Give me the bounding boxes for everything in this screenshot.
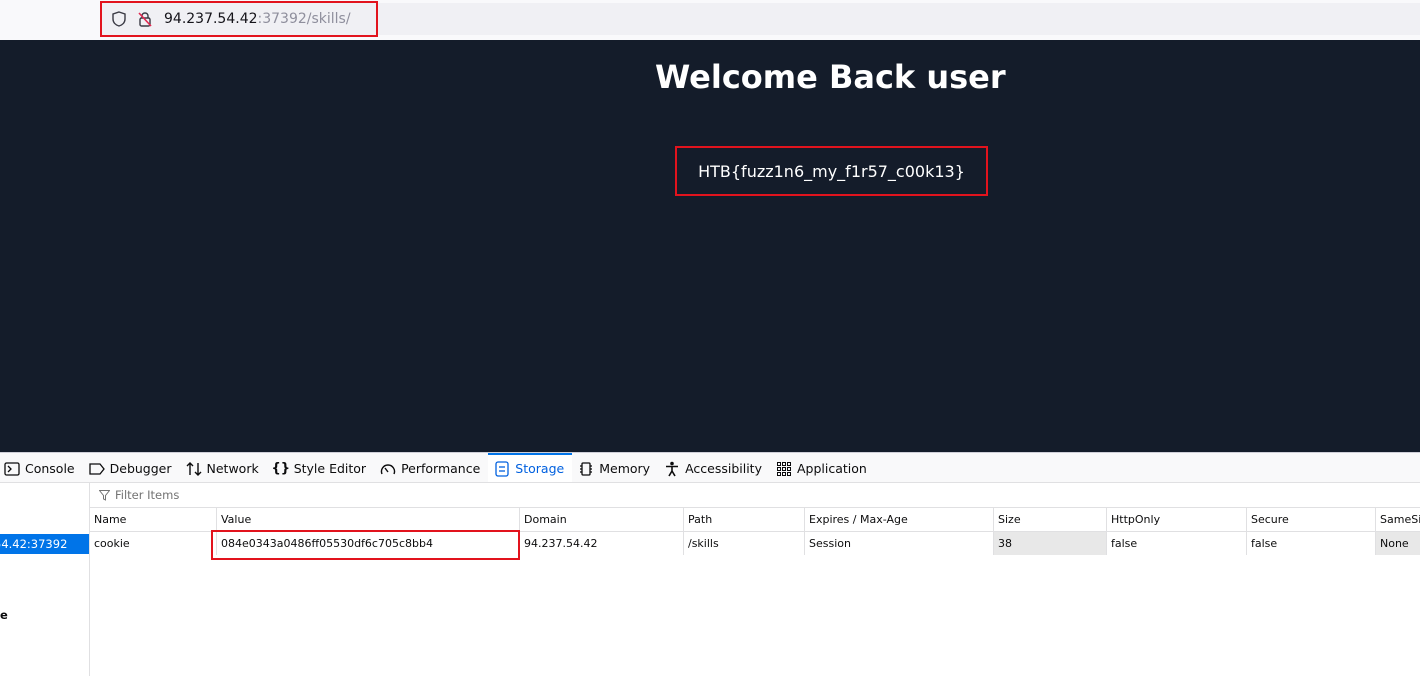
filter-items-input[interactable] xyxy=(113,487,417,503)
tab-label: Performance xyxy=(401,461,481,476)
cookies-table: Name Value Domain Path Expires / Max-Age… xyxy=(90,508,1420,560)
cookie-secure-cell[interactable]: false xyxy=(1246,532,1375,555)
tab-label: Style Editor xyxy=(293,461,367,476)
insecure-lock-icon[interactable] xyxy=(134,8,156,30)
cookie-httponly-cell[interactable]: false xyxy=(1106,532,1246,555)
column-header-samesite[interactable]: SameSi xyxy=(1375,508,1420,531)
cookie-value-cell[interactable]: 084e0343a0486ff05530df6c705c8bb4 xyxy=(216,532,519,555)
column-header-secure[interactable]: Secure xyxy=(1246,508,1375,531)
table-header: Name Value Domain Path Expires / Max-Age… xyxy=(90,508,1420,532)
memory-icon xyxy=(578,461,594,477)
column-header-name[interactable]: Name xyxy=(90,508,216,531)
column-header-path[interactable]: Path xyxy=(683,508,804,531)
filter-icon xyxy=(98,489,110,501)
tab-network[interactable]: Network xyxy=(180,453,267,482)
tab-label: Console xyxy=(25,461,75,476)
application-icon xyxy=(776,461,792,477)
cookie-name-cell[interactable]: cookie xyxy=(90,532,216,555)
console-icon xyxy=(4,461,20,477)
devtools-panel: Console Debugger Network {} Style Editor… xyxy=(0,452,1420,676)
tab-application[interactable]: Application xyxy=(770,453,875,482)
tab-label: Application xyxy=(796,461,867,476)
storage-sidebar: 54.42:37392 e xyxy=(0,483,90,676)
page-content: Welcome Back user HTB{fuzz1n6_my_f1r57_c… xyxy=(0,40,1420,452)
tab-style-editor[interactable]: {} Style Editor xyxy=(267,453,374,482)
tab-storage[interactable]: Storage xyxy=(488,453,573,482)
style-editor-icon: {} xyxy=(271,461,290,476)
address-bar[interactable]: 94.237.54.42:37392/skills/ xyxy=(100,1,378,37)
page-title: Welcome Back user xyxy=(655,58,1006,96)
tab-console[interactable]: Console xyxy=(0,453,83,482)
network-icon xyxy=(186,461,202,477)
column-header-value[interactable]: Value xyxy=(216,508,519,531)
devtools-toolbar: Console Debugger Network {} Style Editor… xyxy=(0,453,1420,483)
tab-label: Accessibility xyxy=(685,461,762,476)
flag-text: HTB{fuzz1n6_my_f1r57_c00k13} xyxy=(698,161,965,181)
performance-icon xyxy=(380,461,396,477)
storage-icon xyxy=(494,460,510,477)
flag-highlight-box: HTB{fuzz1n6_my_f1r57_c00k13} xyxy=(675,146,988,196)
cookie-samesite-cell[interactable]: None xyxy=(1375,532,1420,555)
tab-performance[interactable]: Performance xyxy=(374,453,488,482)
column-header-size[interactable]: Size xyxy=(993,508,1106,531)
browser-toolbar: 94.237.54.42:37392/skills/ xyxy=(0,0,1420,41)
cookie-domain-cell[interactable]: 94.237.54.42 xyxy=(519,532,683,555)
debugger-icon xyxy=(88,461,105,477)
url-host: 94.237.54.42 xyxy=(164,11,258,27)
tab-label: Network xyxy=(206,461,259,476)
cookie-path-cell[interactable]: /skills xyxy=(683,532,804,555)
tab-label: Storage xyxy=(515,461,565,476)
tab-memory[interactable]: Memory xyxy=(572,453,658,482)
tab-accessibility[interactable]: Accessibility xyxy=(658,453,770,482)
cookie-expires-cell[interactable]: Session xyxy=(804,532,993,555)
column-header-expires[interactable]: Expires / Max-Age xyxy=(804,508,993,531)
column-header-domain[interactable]: Domain xyxy=(519,508,683,531)
url-text[interactable]: 94.237.54.42:37392/skills/ xyxy=(164,11,351,27)
filter-bar xyxy=(90,483,1420,508)
table-row[interactable]: cookie 084e0343a0486ff05530df6c705c8bb4 … xyxy=(90,532,1420,555)
url-path: :37392/skills/ xyxy=(257,11,351,27)
tab-label: Memory xyxy=(599,461,651,476)
sidebar-item-host[interactable]: 54.42:37392 xyxy=(0,534,89,554)
tab-label: Debugger xyxy=(109,461,172,476)
column-header-httponly[interactable]: HttpOnly xyxy=(1106,508,1246,531)
shield-icon[interactable] xyxy=(108,8,130,30)
accessibility-icon xyxy=(664,461,680,477)
tab-debugger[interactable]: Debugger xyxy=(83,453,180,482)
sidebar-item-partial[interactable]: e xyxy=(0,608,8,622)
cookie-size-cell[interactable]: 38 xyxy=(993,532,1106,555)
